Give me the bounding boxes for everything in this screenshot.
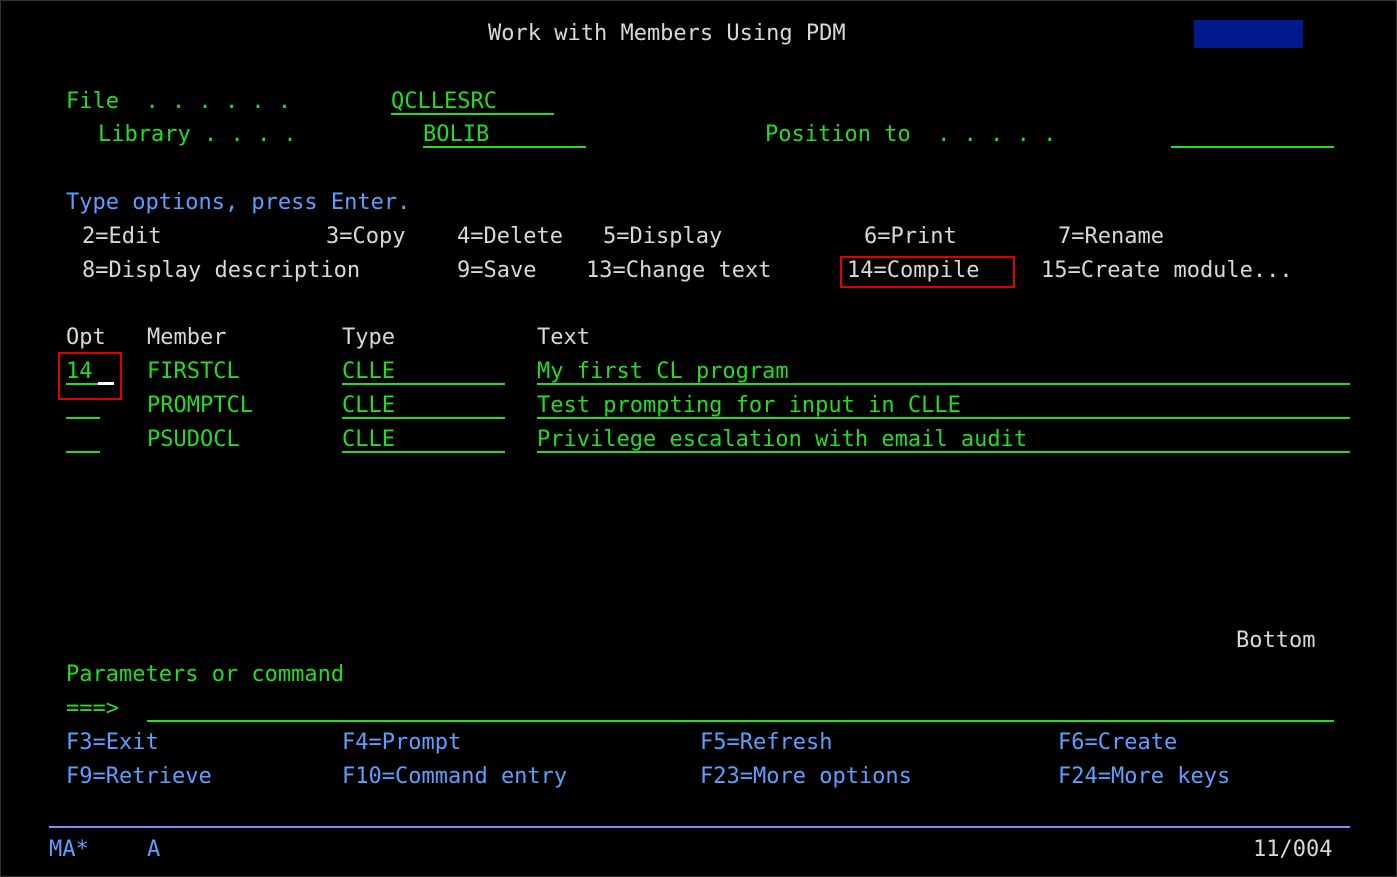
f10-command-entry-key[interactable]: F10=Command entry (342, 764, 567, 790)
option-edit: 2=Edit (82, 224, 162, 249)
text-field-row-3[interactable]: Privilege escalation with email audit (537, 427, 1350, 453)
text-field-row-1[interactable]: My first CL program (537, 359, 1350, 385)
column-header-member: Member (147, 325, 227, 350)
library-label: Library . . . . (98, 122, 297, 147)
cursor-position: 11/004 (1253, 837, 1333, 862)
screen-title: Work with Members Using PDM (488, 21, 846, 46)
member-name-row-1: FIRSTCL (147, 359, 240, 384)
status-line-divider (49, 826, 1350, 828)
option-print: 6=Print (864, 224, 957, 249)
f4-prompt-key[interactable]: F4=Prompt (342, 730, 461, 756)
type-field-row-2[interactable]: CLLE (342, 393, 505, 419)
f23-more-options-key[interactable]: F23=More options (700, 764, 912, 790)
member-name-row-2: PROMPTCL (147, 393, 253, 418)
option-save: 9=Save (457, 258, 537, 283)
list-bottom-indicator: Bottom (1236, 628, 1316, 653)
position-to-label: Position to . . . . . (765, 122, 1057, 147)
member-name-row-3: PSUDOCL (147, 427, 240, 452)
option-copy: 3=Copy (326, 224, 406, 249)
mode-indicator: A (147, 837, 161, 862)
file-field[interactable]: QCLLESRC (391, 89, 554, 115)
option-display: 5=Display (603, 224, 723, 249)
compile-option-highlight (840, 256, 1015, 288)
f6-create-key[interactable]: F6=Create (1058, 730, 1177, 756)
f5-refresh-key[interactable]: F5=Refresh (700, 730, 832, 756)
type-field-row-3[interactable]: CLLE (342, 427, 505, 453)
f9-retrieve-key[interactable]: F9=Retrieve (66, 764, 212, 790)
status-indicator-block (1194, 20, 1303, 48)
column-header-type: Type (342, 325, 395, 350)
parameters-label: Parameters or command (66, 662, 345, 687)
file-label: File . . . . . . (66, 89, 292, 114)
session-indicator: MA* (49, 837, 89, 862)
position-to-field[interactable] (1171, 122, 1334, 148)
instructions-prompt: Type options, press Enter. (66, 190, 411, 215)
text-field-row-2[interactable]: Test prompting for input in CLLE (537, 393, 1350, 419)
option-change-text: 13=Change text (586, 258, 772, 283)
option-create-module: 15=Create module... (1041, 258, 1293, 283)
opt-input-row-2[interactable] (66, 393, 100, 419)
text-cursor (98, 382, 114, 385)
opt-input-row-3[interactable] (66, 427, 100, 453)
type-field-row-1[interactable]: CLLE (342, 359, 505, 385)
command-line-input[interactable] (147, 696, 1334, 722)
option-rename: 7=Rename (1058, 224, 1164, 249)
option-delete: 4=Delete (457, 224, 563, 249)
command-prompt-arrow: ===> (66, 696, 119, 721)
library-field[interactable]: BOLIB (423, 122, 586, 148)
column-header-text: Text (537, 325, 590, 350)
option-display-description: 8=Display description (82, 258, 361, 283)
f3-exit-key[interactable]: F3=Exit (66, 730, 159, 756)
f24-more-keys-key[interactable]: F24=More keys (1058, 764, 1230, 790)
column-header-opt: Opt (66, 325, 106, 350)
